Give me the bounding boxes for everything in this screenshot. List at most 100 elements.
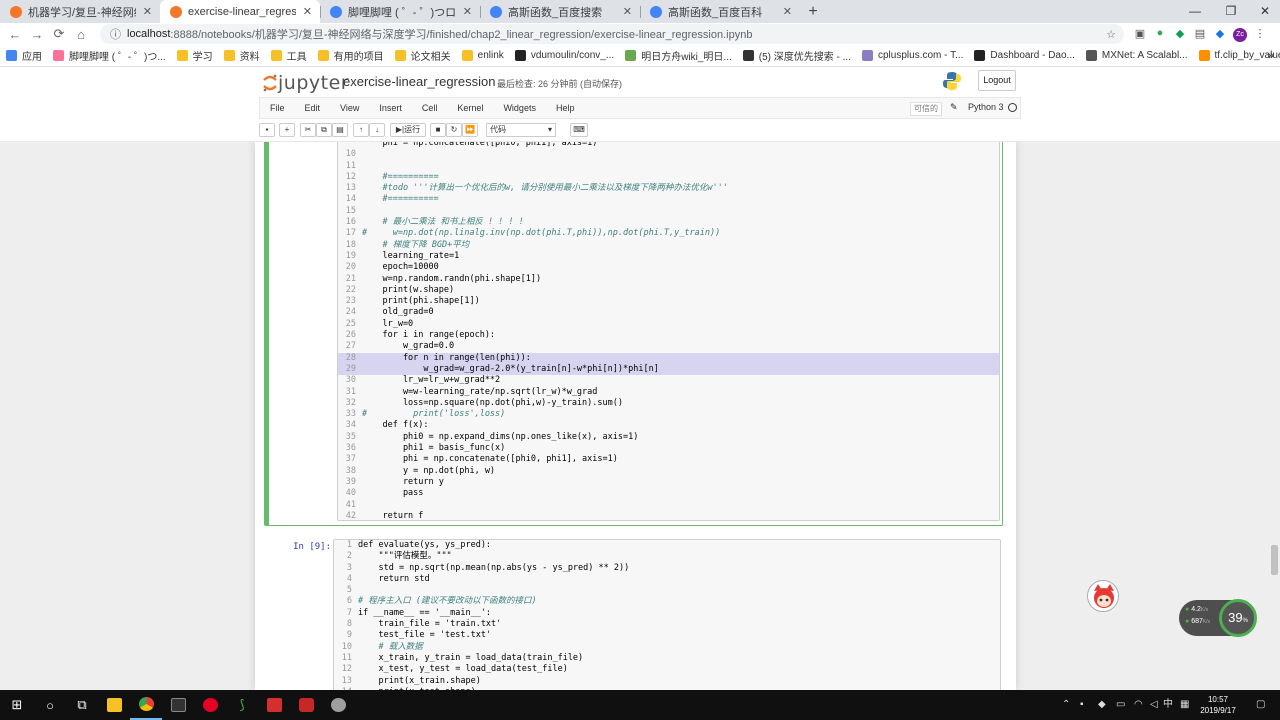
extension-icon[interactable]: ◆ <box>1210 27 1230 41</box>
bookmark-item[interactable]: 脚哩脚哩 ( ゜- ゜)つ... <box>53 48 166 63</box>
code-line[interactable]: 28 for n in range(len(phi)): <box>338 352 999 364</box>
browser-tab[interactable]: exercise-linear_regression - Ju ✕ <box>160 0 320 23</box>
bookmark-item[interactable]: vdumoulin/conv_... <box>514 50 614 61</box>
kernel-name[interactable]: Python 3 <box>968 102 1004 112</box>
windows-start-icon[interactable]: ⊞ <box>0 690 34 720</box>
menu-edit[interactable]: Edit <box>295 103 331 113</box>
code-line[interactable]: 40 pass <box>338 488 999 499</box>
code-line[interactable]: 37 phi = np.concatenate([phi0, phi1], ax… <box>338 454 999 465</box>
code-editor[interactable]: phi = np.concatenate([phi0, phi1], axis=… <box>337 142 1000 521</box>
bookmark-item[interactable]: 学习 <box>176 48 213 63</box>
extension-icon[interactable]: ▣ <box>1130 27 1150 41</box>
restore-button[interactable]: ❐ <box>1214 0 1248 23</box>
home-icon[interactable]: ⌂ <box>70 27 92 42</box>
save-icon[interactable]: ▪ <box>259 123 275 137</box>
browser-tab[interactable]: 高斯函数_百度搜索 ✕ <box>480 0 640 23</box>
anaconda-icon[interactable]: ⟆ <box>226 690 258 720</box>
code-line[interactable]: 13 print(x_train.shape) <box>334 676 1000 687</box>
menu-help[interactable]: Help <box>546 103 585 113</box>
bookmark-item[interactable]: (5) 深度优先搜索 - ... <box>742 48 851 63</box>
code-line[interactable]: 12 #========== <box>338 172 999 183</box>
code-line[interactable]: 34 def f(x): <box>338 420 999 431</box>
code-cell[interactable]: phi = np.concatenate([phi0, phi1], axis=… <box>264 142 1003 526</box>
bookmark-item[interactable]: 论文相关 <box>394 48 451 63</box>
bookmark-item[interactable]: Dashboard - Dao... <box>974 50 1075 61</box>
search-icon[interactable]: ○ <box>34 690 66 720</box>
browser-tab[interactable]: 高斯函数_百度百科 ✕ <box>640 0 800 23</box>
close-window-button[interactable]: ✕ <box>1248 0 1280 23</box>
bookmark-item[interactable]: 应用 <box>6 48 42 63</box>
back-icon[interactable]: ← <box>4 27 26 42</box>
menu-file[interactable]: File <box>260 103 295 113</box>
code-line[interactable]: 7 if __name__ == '__main__': <box>334 608 1000 619</box>
volume-icon[interactable]: ◁ <box>1150 690 1158 720</box>
bookmark-item[interactable]: 明日方舟wiki_明日... <box>625 48 732 63</box>
file-explorer-icon[interactable] <box>98 690 130 720</box>
code-line[interactable]: 39 return y <box>338 477 999 488</box>
code-line[interactable]: 11 <box>338 161 999 172</box>
bookmarks-overflow-button[interactable]: » <box>1267 48 1274 62</box>
stop-icon[interactable]: ■ <box>430 123 446 137</box>
terminal-icon[interactable] <box>162 690 194 720</box>
netease-music-icon[interactable] <box>194 690 226 720</box>
code-line[interactable]: 26 for i in range(epoch): <box>338 330 999 341</box>
code-line[interactable]: 17 # w=np.dot(np.linalg.inv(np.dot(phi.T,… <box>338 228 999 239</box>
code-line[interactable]: 18 # 梯度下降 BGD+平均 <box>338 240 999 251</box>
move-down-icon[interactable]: ↓ <box>369 123 385 137</box>
code-line[interactable]: 2 """评估模型。""" <box>334 551 1000 562</box>
code-line[interactable]: 1 def evaluate(ys, ys_pred): <box>334 540 1000 551</box>
fast-forward-icon[interactable]: ⏩ <box>462 123 478 137</box>
paste-icon[interactable]: ▤ <box>332 123 348 137</box>
code-line[interactable]: phi = np.concatenate([phi0, phi1], axis=… <box>338 142 999 149</box>
code-line[interactable]: 38 y = np.dot(phi, w) <box>338 466 999 477</box>
code-line[interactable]: 42 return f <box>338 511 999 520</box>
code-line[interactable]: 10 # 载入数据 <box>334 642 1000 653</box>
bookmark-item[interactable]: enlink <box>461 50 504 61</box>
bookmark-item[interactable]: 资料 <box>223 48 260 63</box>
code-line[interactable]: 11 x_train, y_train = load_data(train_fi… <box>334 653 1000 664</box>
menu-insert[interactable]: Insert <box>369 103 412 113</box>
chevron-up-icon[interactable]: ⌃ <box>1062 690 1070 720</box>
code-line[interactable]: 32 loss=np.square(np.dot(phi,w)-y_train)… <box>338 398 999 409</box>
code-line[interactable]: 33 # print('loss',loss) <box>338 409 999 420</box>
code-line[interactable]: 23 print(phi.shape[1]) <box>338 296 999 307</box>
code-line[interactable]: 30 lr_w=lr_w+w_grad**2 <box>338 375 999 386</box>
close-tab-icon[interactable]: ✕ <box>463 5 472 18</box>
system-clock[interactable]: 10:57 2019/9/17 <box>1193 694 1243 716</box>
chrome-icon[interactable] <box>130 690 162 720</box>
code-line[interactable]: 35 phi0 = np.expand_dims(np.ones_like(x)… <box>338 432 999 443</box>
minimize-button[interactable]: — <box>1178 0 1212 23</box>
code-line[interactable]: 19 learning_rate=1 <box>338 251 999 262</box>
notebook-name[interactable]: exercise-linear_regression <box>343 74 495 89</box>
code-editor[interactable]: 1 def evaluate(ys, ys_pred): 2 """评估模型。"""… <box>333 539 1001 690</box>
extension-icon[interactable]: ◆ <box>1170 27 1190 41</box>
browser-tab[interactable]: 机器学习/复旦-神经网络与深度学 ✕ <box>0 0 160 23</box>
menu-kernel[interactable]: Kernel <box>447 103 493 113</box>
code-line[interactable]: 21 w=np.random.randn(phi.shape[1]) <box>338 274 999 285</box>
bookmark-item[interactable]: 有用的项目 <box>317 48 384 63</box>
code-line[interactable]: 13 #todo '''计算出一个优化后的w, 请分别使用最小二乘法以及梯度下降… <box>338 183 999 194</box>
edit-pencil-icon[interactable]: ✎ <box>950 102 958 113</box>
cut-icon[interactable]: ✂ <box>300 123 316 137</box>
close-tab-icon[interactable]: ✕ <box>783 5 792 18</box>
extension-icon[interactable]: ● <box>1150 27 1170 41</box>
code-line[interactable]: 8 train_file = 'train.txt' <box>334 619 1000 630</box>
code-line[interactable]: 31 w=w-learning_rate/np.sqrt(lr_w)*w_gra… <box>338 387 999 398</box>
new-tab-button[interactable]: + <box>800 0 826 23</box>
cell-type-select[interactable]: 代码 ▾ <box>486 123 556 137</box>
code-line[interactable]: 14 #========== <box>338 194 999 205</box>
add-cell-icon[interactable]: + <box>279 123 295 137</box>
menu-widgets[interactable]: Widgets <box>493 103 546 113</box>
task-view-icon[interactable]: ⧉ <box>66 690 98 720</box>
code-line[interactable]: 29 w_grad=w_grad-2.0*(y_train[n]-w*phi[n… <box>338 363 999 376</box>
close-tab-icon[interactable]: ✕ <box>143 5 152 18</box>
run-button[interactable]: ▶|运行 <box>390 123 426 137</box>
network-icon[interactable]: ▭ <box>1116 690 1125 720</box>
code-line[interactable]: 4 return std <box>334 574 1000 585</box>
bookmark-item[interactable]: MXNet: A Scalabl... <box>1085 50 1188 61</box>
code-line[interactable]: 3 std = np.sqrt(np.mean(np.abs(ys - ys_p… <box>334 563 1000 574</box>
jupyter-logo[interactable]: jupyter <box>262 72 349 94</box>
code-line[interactable]: 12 x_test, y_test = load_data(test_file) <box>334 664 1000 675</box>
close-tab-icon[interactable]: ✕ <box>303 5 312 18</box>
url-input[interactable]: ⓘ localhost:8888/notebooks/机器学习/复旦-神经网络与… <box>100 24 1124 44</box>
